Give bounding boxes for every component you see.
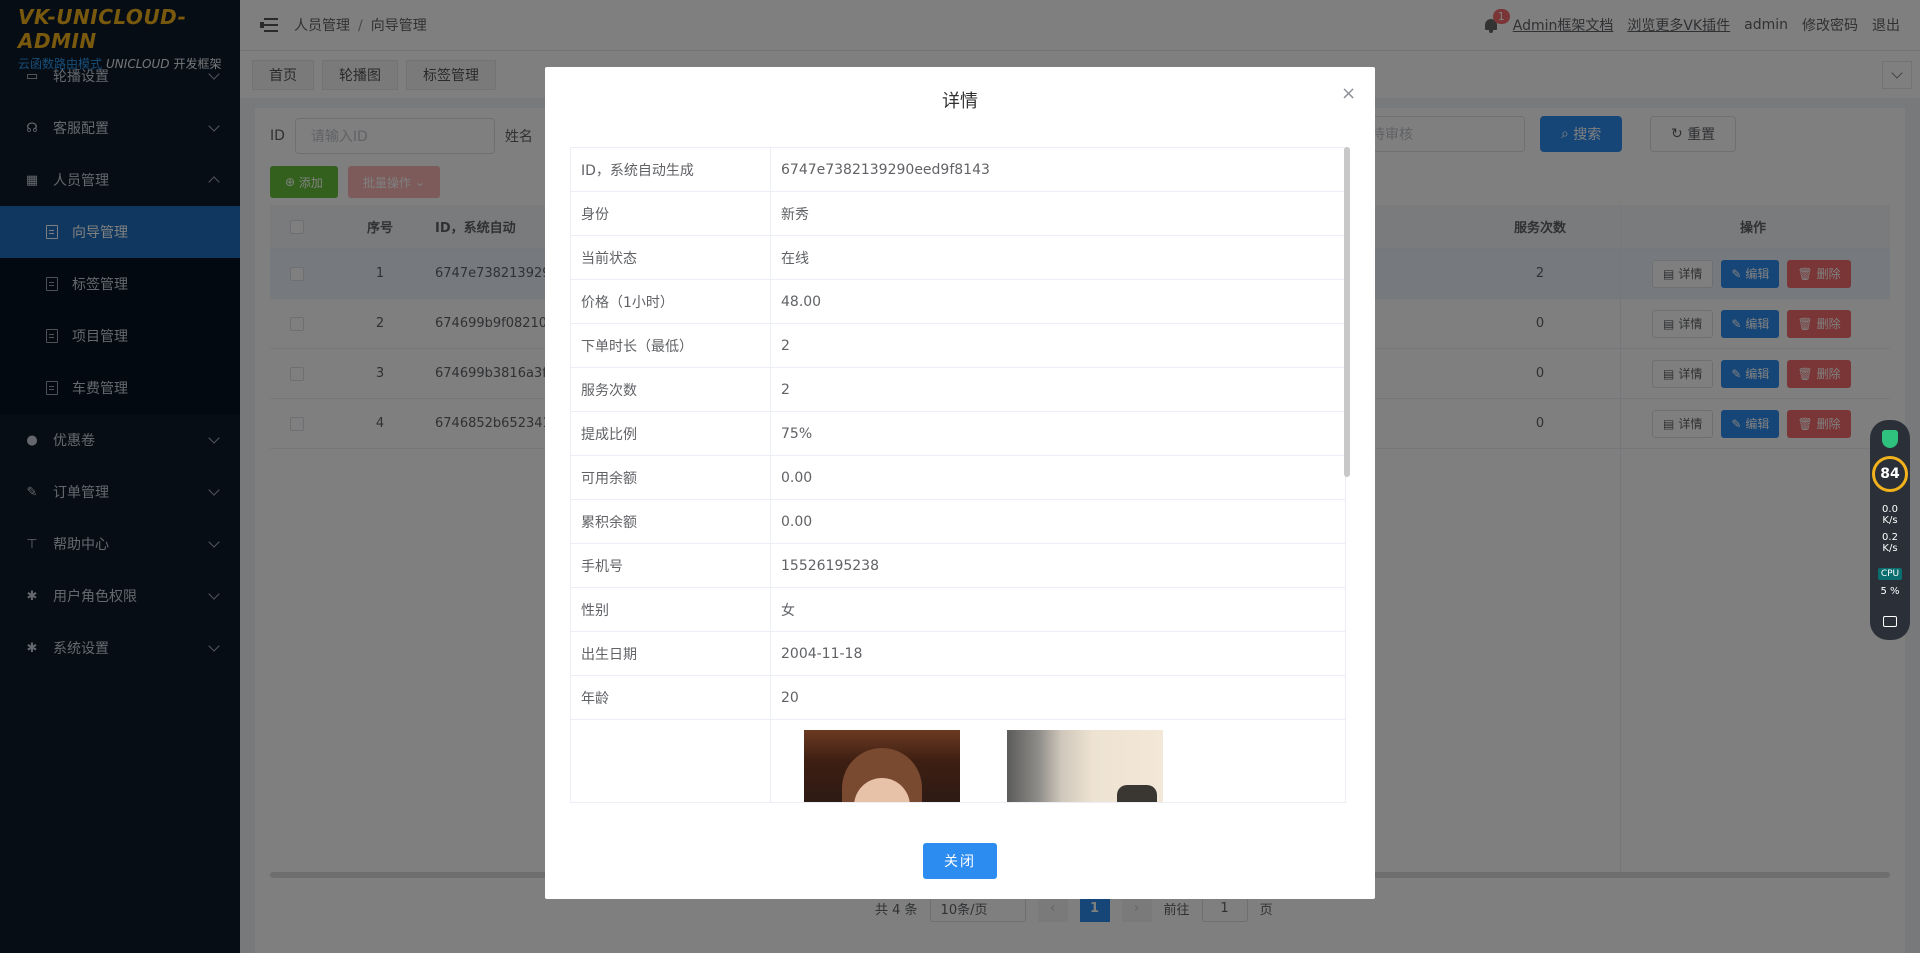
close-icon[interactable]: × (1341, 85, 1356, 103)
dialog-title: 详情 (942, 91, 978, 112)
detail-row: 价格（1小时） 48.00 (571, 280, 1345, 324)
detail-key: 性别 (571, 588, 771, 631)
detail-value: 新秀 (781, 206, 809, 223)
detail-value: 75% (781, 425, 813, 442)
detail-key: ID，系统自动生成 (571, 148, 771, 191)
detail-key: 累积余额 (571, 500, 771, 543)
detail-key: 身份 (571, 192, 771, 235)
detail-dialog: 详情 × ID，系统自动生成 6747e7382139290eed9f8143 身… (545, 67, 1375, 899)
detail-key: 出生日期 (571, 632, 771, 675)
cpu-label: CPU (1878, 568, 1902, 580)
download-value: 0.2 (1882, 532, 1898, 543)
detail-row: 年龄 20 (571, 676, 1345, 720)
detail-row: 下单时长（最低） 2 (571, 324, 1345, 368)
detail-row: 当前状态 在线 (571, 236, 1345, 280)
cpu-value: 5 (1880, 586, 1887, 597)
detail-row: 性别女 (571, 588, 1345, 632)
detail-row: 提成比例 75% (571, 412, 1345, 456)
detail-table[interactable]: ID，系统自动生成 6747e7382139290eed9f8143 身份 新秀 当… (570, 147, 1346, 803)
detail-row: ID，系统自动生成 6747e7382139290eed9f8143 (571, 148, 1345, 192)
upload-value: 0.0 (1882, 504, 1898, 515)
detail-row-photos (571, 720, 1345, 802)
cpu-usage: 5 % (1870, 586, 1910, 597)
profile-photo[interactable] (1007, 730, 1163, 802)
profile-photo[interactable] (804, 730, 960, 802)
detail-value: 2 (781, 337, 790, 354)
system-monitor-widget[interactable]: 84 0.0 K/s 0.2 K/s CPU 5 % (1870, 420, 1910, 640)
detail-row: 出生日期 2004-11-18 (571, 632, 1345, 676)
camera-icon[interactable] (1883, 616, 1897, 627)
detail-value: 0.00 (781, 469, 813, 486)
photo-gallery (771, 720, 1345, 802)
memory-gauge: 84 (1872, 456, 1908, 492)
detail-value: 2 (781, 381, 790, 398)
detail-value: 15526195238 (781, 557, 879, 574)
shield-icon (1882, 430, 1898, 448)
detail-value: 20 (781, 689, 799, 706)
detail-value: 在线 (781, 250, 809, 267)
upload-unit: K/s (1882, 515, 1898, 526)
download-speed: 0.2 K/s (1870, 532, 1910, 554)
detail-key: 年龄 (571, 676, 771, 719)
detail-value: 0.00 (781, 513, 813, 530)
detail-key (571, 720, 771, 802)
cpu-percent: % (1890, 586, 1900, 597)
detail-key: 提成比例 (571, 412, 771, 455)
close-button[interactable]: 关闭 (923, 843, 997, 879)
download-unit: K/s (1882, 543, 1898, 554)
detail-row: 服务次数 2 (571, 368, 1345, 412)
detail-key: 服务次数 (571, 368, 771, 411)
upload-speed: 0.0 K/s (1870, 504, 1910, 526)
detail-row: 手机号 15526195238 (571, 544, 1345, 588)
detail-row: 累积余额 0.00 (571, 500, 1345, 544)
detail-value: 48.00 (781, 293, 822, 310)
detail-row: 可用余额 0.00 (571, 456, 1345, 500)
detail-key: 手机号 (571, 544, 771, 587)
detail-value: 女 (781, 602, 795, 619)
memory-score: 84 (1880, 466, 1900, 482)
detail-key: 当前状态 (571, 236, 771, 279)
detail-value: 6747e7382139290eed9f8143 (781, 161, 990, 178)
detail-key: 可用余额 (571, 456, 771, 499)
dialog-scrollbar[interactable] (1344, 147, 1350, 477)
detail-value: 2004-11-18 (781, 645, 863, 662)
detail-key: 价格（1小时） (571, 280, 771, 323)
detail-key: 下单时长（最低） (571, 324, 771, 367)
detail-row: 身份 新秀 (571, 192, 1345, 236)
